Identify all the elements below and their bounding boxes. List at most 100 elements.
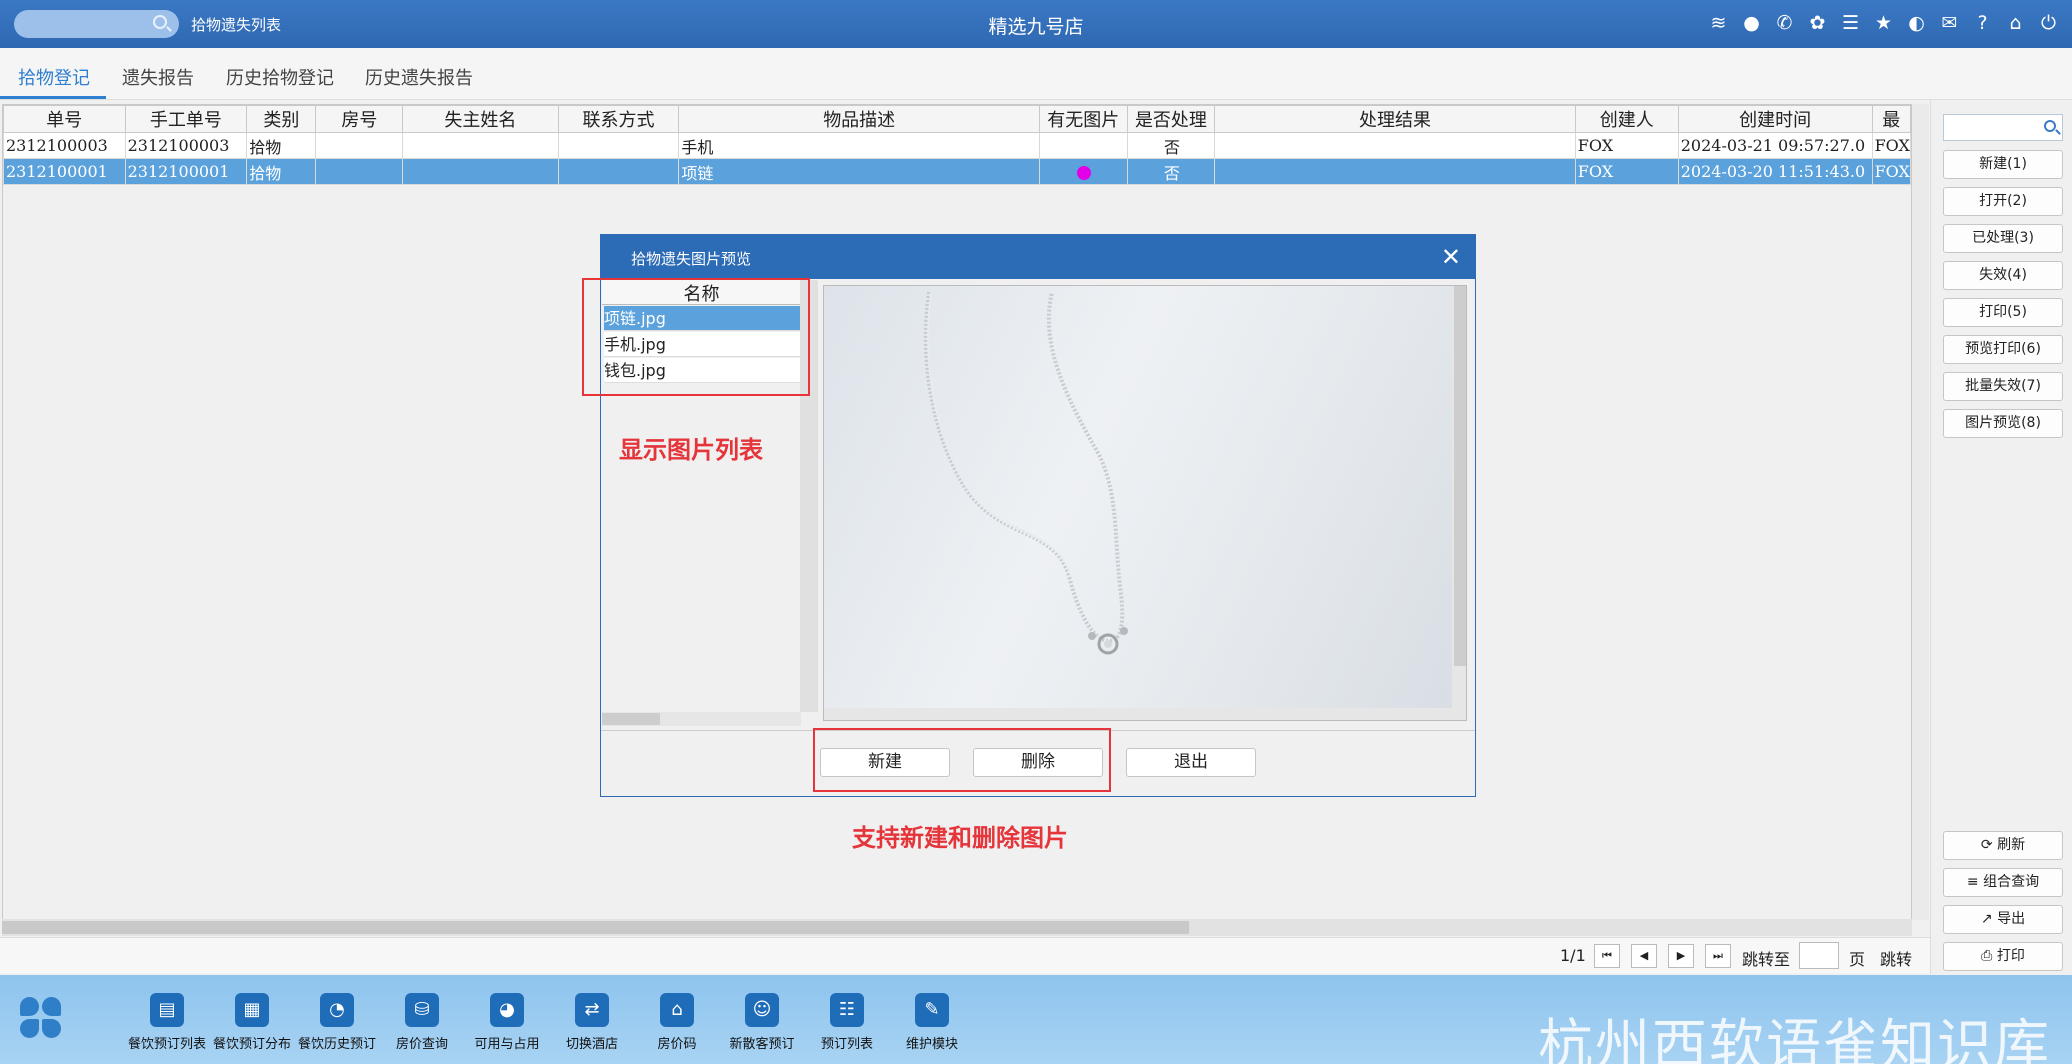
pagination-bar: 1/1 ⏮ ◀ ▶ ⏭ 跳转至 页 跳转 bbox=[0, 937, 1930, 973]
handled-button[interactable]: 已处理(3) bbox=[1943, 224, 2063, 253]
dock-item[interactable]: ✎ 维护模块 bbox=[889, 993, 975, 1052]
column-header[interactable]: 有无图片 bbox=[1038, 105, 1128, 133]
dock-label: 新散客预订 bbox=[729, 1037, 795, 1052]
jump-button[interactable]: 跳转 bbox=[1880, 946, 1912, 970]
image-horizontal-scrollbar[interactable] bbox=[824, 708, 1466, 720]
grid-horizontal-scrollbar[interactable] bbox=[2, 919, 1912, 936]
last-page-button[interactable]: ⏭ bbox=[1705, 944, 1731, 968]
dock-item[interactable]: ⛁ 房价查询 bbox=[379, 993, 465, 1052]
column-header[interactable]: 创建人 bbox=[1574, 105, 1679, 133]
menu-icon[interactable]: ☰ bbox=[1839, 12, 1862, 35]
print-button[interactable]: 打印(5) bbox=[1943, 298, 2063, 327]
combined-query-button[interactable]: ≡ 组合查询 bbox=[1943, 868, 2063, 897]
jump-to-label: 跳转至 bbox=[1742, 950, 1791, 969]
dock-item[interactable]: ◕ 可用与占用 bbox=[464, 993, 550, 1052]
column-header[interactable]: 是否处理 bbox=[1126, 105, 1216, 133]
search-icon[interactable] bbox=[153, 15, 167, 29]
image-vertical-scrollbar[interactable] bbox=[1452, 286, 1466, 708]
invalidate-button[interactable]: 失效(4) bbox=[1943, 261, 2063, 290]
new-button[interactable]: 新建(1) bbox=[1943, 150, 2063, 179]
print-label: 打印 bbox=[1996, 948, 2025, 964]
page-number-input[interactable] bbox=[1799, 942, 1839, 969]
image-preview-button[interactable]: 图片预览(8) bbox=[1943, 409, 2063, 438]
cell-last: FOX bbox=[1871, 132, 1912, 159]
cell-desc: 项链 bbox=[678, 158, 1040, 185]
palette-icon[interactable]: ✿ bbox=[1806, 12, 1829, 35]
scrollbar-thumb[interactable] bbox=[2, 921, 1189, 934]
column-header[interactable]: 创建时间 bbox=[1677, 105, 1873, 133]
next-page-button[interactable]: ▶ bbox=[1668, 944, 1694, 968]
print-list-button[interactable]: ⎙ 打印 bbox=[1943, 942, 2063, 971]
scrollbar-thumb[interactable] bbox=[1454, 286, 1466, 666]
tab-loss-report[interactable]: 遗失报告 bbox=[122, 64, 194, 90]
preview-print-button[interactable]: 预览打印(6) bbox=[1943, 335, 2063, 364]
dock-item[interactable]: ☷ 预订列表 bbox=[804, 993, 890, 1052]
column-header[interactable]: 单号 bbox=[3, 105, 126, 133]
list-icon: ☷ bbox=[830, 993, 864, 1027]
dock-item[interactable]: ◔ 餐饮历史预订 bbox=[294, 993, 380, 1052]
column-header[interactable]: 物品描述 bbox=[678, 105, 1040, 133]
cell-owner bbox=[402, 132, 559, 159]
grid-vertical-scrollbar[interactable] bbox=[1912, 104, 1929, 920]
cell-handled: 否 bbox=[1126, 132, 1216, 159]
export-button[interactable]: ↗ 导出 bbox=[1943, 905, 2063, 934]
star-icon[interactable]: ★ bbox=[1872, 12, 1895, 35]
refresh-button[interactable]: ⟳ 刷新 bbox=[1943, 831, 2063, 860]
dock-label: 房价码 bbox=[657, 1037, 697, 1052]
power-icon[interactable]: ⏻ bbox=[2037, 12, 2060, 35]
panel-search-input[interactable] bbox=[1943, 114, 2063, 141]
tab-history-loss[interactable]: 历史遗失报告 bbox=[365, 64, 473, 90]
top-search-input[interactable] bbox=[14, 10, 179, 38]
refresh-label: 刷新 bbox=[1997, 837, 2026, 853]
tab-bar: 拾物登记 遗失报告 历史拾物登记 历史遗失报告 bbox=[0, 48, 2072, 100]
dock-item[interactable]: ▦ 餐饮预订分布 bbox=[209, 993, 295, 1052]
dock-item[interactable]: ☺ 新散客预订 bbox=[719, 993, 805, 1052]
dock-item[interactable]: ▤ 餐饮预订列表 bbox=[124, 993, 210, 1052]
app-logo-icon[interactable] bbox=[20, 997, 62, 1039]
column-header[interactable]: 失主姓名 bbox=[402, 105, 559, 133]
dock-item[interactable]: ⌂ 房价码 bbox=[634, 993, 720, 1052]
open-button[interactable]: 打开(2) bbox=[1943, 187, 2063, 216]
cell-room bbox=[315, 158, 404, 185]
dock-label: 餐饮预订分布 bbox=[212, 1037, 291, 1052]
dock-label: 可用与占用 bbox=[474, 1037, 540, 1052]
search-icon[interactable] bbox=[2044, 120, 2056, 132]
dock-label: 预订列表 bbox=[820, 1037, 873, 1052]
column-header[interactable]: 类别 bbox=[246, 105, 317, 133]
chat-icon[interactable]: ● bbox=[1740, 12, 1763, 35]
dock-item[interactable]: ⇄ 切换酒店 bbox=[549, 993, 635, 1052]
cell-created: 2024-03-20 11:51:43.0 bbox=[1677, 158, 1873, 185]
dock-label: 餐饮历史预订 bbox=[297, 1037, 376, 1052]
prev-page-button[interactable]: ◀ bbox=[1631, 944, 1657, 968]
help-icon[interactable]: ? bbox=[1971, 12, 1994, 35]
theme-icon[interactable]: ◐ bbox=[1905, 12, 1928, 35]
close-icon[interactable]: ✕ bbox=[1441, 243, 1461, 271]
dock-label: 维护模块 bbox=[905, 1037, 958, 1052]
cell-desc: 手机 bbox=[678, 132, 1040, 159]
table-row-selected[interactable]: 2312100001 2312100001 拾物 项链 否 FOX 2024-0… bbox=[3, 158, 1912, 185]
column-header[interactable]: 处理结果 bbox=[1214, 105, 1576, 133]
column-header[interactable]: 联系方式 bbox=[557, 105, 680, 133]
cell-no: 2312100001 bbox=[3, 158, 126, 185]
first-page-button[interactable]: ⏮ bbox=[1594, 944, 1620, 968]
dialog-exit-button[interactable]: 退出 bbox=[1126, 748, 1256, 777]
phone-icon[interactable]: ✆ bbox=[1773, 12, 1796, 35]
tab-found-register[interactable]: 拾物登记 bbox=[18, 64, 90, 90]
dock-label: 房价查询 bbox=[395, 1037, 448, 1052]
annotation-list-note: 显示图片列表 bbox=[619, 436, 763, 464]
column-header[interactable]: 手工单号 bbox=[124, 105, 248, 133]
mail-icon[interactable]: ✉ bbox=[1938, 12, 1961, 35]
action-panel: 新建(1) 打开(2) 已处理(3) 失效(4) 打印(5) 预览打印(6) 批… bbox=[1930, 100, 2072, 974]
scrollbar-thumb[interactable] bbox=[602, 713, 660, 725]
list-horizontal-scrollbar[interactable] bbox=[602, 712, 801, 726]
building-icon: ▦ bbox=[235, 993, 269, 1027]
annotation-button-note: 支持新建和删除图片 bbox=[852, 824, 1068, 852]
batch-invalidate-button[interactable]: 批量失效(7) bbox=[1943, 372, 2063, 401]
column-header[interactable]: 房号 bbox=[315, 105, 404, 133]
column-header[interactable]: 最 bbox=[1871, 105, 1912, 133]
cell-creator: FOX bbox=[1574, 158, 1679, 185]
wifi-icon[interactable]: ≋ bbox=[1707, 12, 1730, 35]
tab-history-found[interactable]: 历史拾物登记 bbox=[226, 64, 334, 90]
table-row[interactable]: 2312100003 2312100003 拾物 手机 否 FOX 2024-0… bbox=[3, 132, 1912, 159]
home-icon[interactable]: ⌂ bbox=[2004, 12, 2027, 35]
